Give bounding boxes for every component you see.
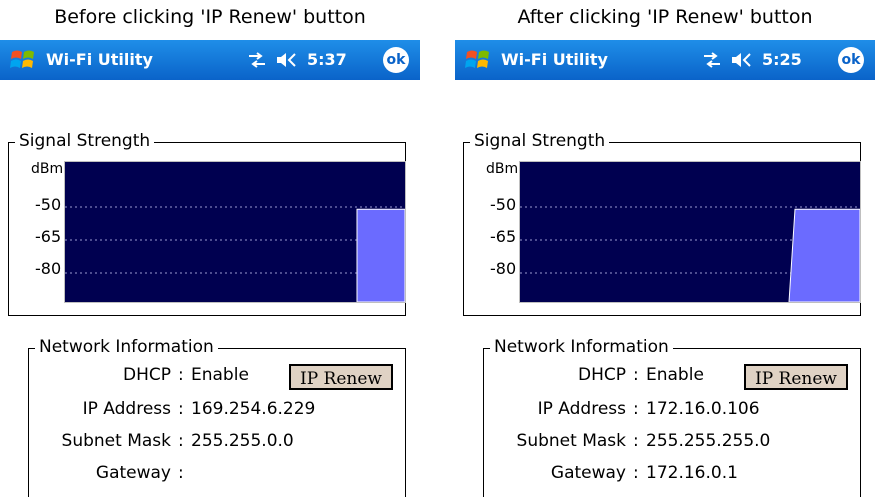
separator: : <box>178 431 184 451</box>
tick-label: -80 <box>35 259 62 278</box>
ok-button[interactable]: ok <box>838 47 864 73</box>
app-title: Wi-Fi Utility <box>46 50 153 69</box>
subnet-mask-value: 255.255.0.0 <box>191 431 294 451</box>
gateway-row: Gateway : <box>29 463 405 487</box>
tick-label: -80 <box>490 259 517 278</box>
separator: : <box>633 399 639 419</box>
network-information-group: Network Information DHCP : Enable IP Ren… <box>28 337 406 497</box>
subnet-mask-row: Subnet Mask : 255.255.0.0 <box>29 431 405 455</box>
gateway-label: Gateway <box>550 463 626 483</box>
clock[interactable]: 5:37 <box>307 50 347 69</box>
dhcp-value: Enable <box>646 365 704 385</box>
network-information-group: Network Information DHCP : Enable IP Ren… <box>483 337 861 497</box>
group-legend: Signal Strength <box>470 131 610 151</box>
gateway-row: Gateway : 172.16.0.1 <box>484 463 860 487</box>
tick-label: -50 <box>35 195 62 214</box>
clock[interactable]: 5:25 <box>762 50 802 69</box>
windows-logo-icon[interactable] <box>465 47 491 73</box>
unit-label: dBm <box>31 161 64 177</box>
app-title: Wi-Fi Utility <box>501 50 608 69</box>
ip-renew-button[interactable]: IP Renew <box>744 364 848 390</box>
subnet-mask-value: 255.255.255.0 <box>646 431 771 451</box>
separator: : <box>633 365 639 385</box>
separator: : <box>178 365 184 385</box>
ip-address-label: IP Address <box>537 399 626 419</box>
signal-trace <box>788 208 860 302</box>
ip-address-value: 169.254.6.229 <box>191 399 316 419</box>
separator: : <box>178 463 184 483</box>
dhcp-label: DHCP <box>578 365 626 385</box>
title-bar: Wi-Fi Utility 5:37 ok <box>0 40 420 80</box>
group-legend: Network Information <box>35 337 218 357</box>
title-bar: Wi-Fi Utility 5:25 ok <box>455 40 875 80</box>
after-panel: After clicking 'IP Renew' button Wi-Fi U… <box>455 0 875 497</box>
dhcp-label: DHCP <box>123 365 171 385</box>
dhcp-value: Enable <box>191 365 249 385</box>
gateway-label: Gateway <box>95 463 171 483</box>
signal-trace <box>356 208 405 302</box>
ok-button[interactable]: ok <box>383 47 409 73</box>
subnet-mask-label: Subnet Mask <box>61 431 171 451</box>
gateway-value: 172.16.0.1 <box>646 463 738 483</box>
panel-caption: After clicking 'IP Renew' button <box>517 6 813 28</box>
panel-caption: Before clicking 'IP Renew' button <box>54 6 366 28</box>
before-panel: Before clicking 'IP Renew' button Wi-Fi … <box>0 0 420 497</box>
group-legend: Signal Strength <box>15 131 155 151</box>
ip-renew-button[interactable]: IP Renew <box>289 364 393 390</box>
separator: : <box>633 431 639 451</box>
speaker-icon[interactable] <box>275 51 299 69</box>
signal-plot <box>519 161 861 303</box>
separator: : <box>633 463 639 483</box>
connectivity-icon[interactable] <box>702 52 722 68</box>
tick-label: -65 <box>490 227 517 246</box>
ip-address-row: IP Address : 172.16.0.106 <box>484 399 860 423</box>
ip-address-row: IP Address : 169.254.6.229 <box>29 399 405 423</box>
windows-logo-icon[interactable] <box>10 47 36 73</box>
group-legend: Network Information <box>490 337 673 357</box>
tick-label: -50 <box>490 195 517 214</box>
ip-address-value: 172.16.0.106 <box>646 399 760 419</box>
signal-plot <box>64 161 406 303</box>
signal-strength-group: Signal Strength dBm -50 -65 -80 <box>8 131 406 316</box>
unit-label: dBm <box>486 161 519 177</box>
subnet-mask-row: Subnet Mask : 255.255.255.0 <box>484 431 860 455</box>
connectivity-icon[interactable] <box>247 52 267 68</box>
speaker-icon[interactable] <box>730 51 754 69</box>
subnet-mask-label: Subnet Mask <box>516 431 626 451</box>
ip-address-label: IP Address <box>82 399 171 419</box>
separator: : <box>178 399 184 419</box>
signal-strength-group: Signal Strength dBm -50 -65 -80 <box>463 131 861 316</box>
tick-label: -65 <box>35 227 62 246</box>
